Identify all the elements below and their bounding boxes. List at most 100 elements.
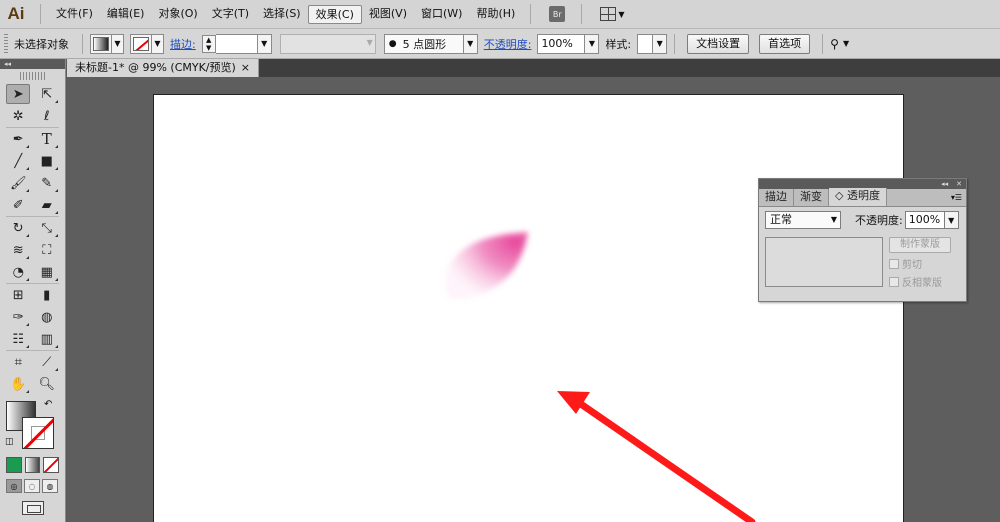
menu-help[interactable]: 帮助(H) bbox=[469, 4, 522, 24]
brush-dropdown-arrow[interactable]: ▼ bbox=[463, 33, 478, 54]
mask-thumbnail bbox=[765, 237, 883, 287]
tab-gradient[interactable]: 渐变 bbox=[794, 189, 829, 206]
menu-bar: Ai 文件(F) 编辑(E) 对象(O) 文字(T) 选择(S) 效果(C) 视… bbox=[0, 0, 1000, 29]
paintbrush-icon[interactable]: 🖌 bbox=[6, 173, 30, 193]
control-separator bbox=[674, 33, 676, 54]
opacity-panel-link[interactable]: 不透明度: bbox=[484, 36, 532, 52]
invert-mask-checkbox[interactable]: 反相蒙版 bbox=[889, 274, 951, 289]
menu-view[interactable]: 视图(V) bbox=[362, 4, 414, 24]
menu-window[interactable]: 窗口(W) bbox=[414, 4, 469, 24]
pin-icon[interactable]: ⚲ bbox=[830, 37, 839, 51]
shape-builder-icon[interactable]: ◔ bbox=[6, 262, 30, 282]
make-mask-button[interactable]: 制作蒙版 bbox=[889, 237, 951, 253]
gradient-mode-button[interactable] bbox=[24, 457, 41, 473]
close-icon[interactable]: ✕ bbox=[956, 180, 962, 188]
close-icon[interactable]: × bbox=[241, 59, 250, 77]
stroke-weight-stepper[interactable]: ▲ ▼ bbox=[201, 34, 216, 53]
perspective-grid-icon[interactable]: ▦ bbox=[35, 262, 59, 282]
menu-file[interactable]: 文件(F) bbox=[49, 4, 100, 24]
default-fill-stroke-icon[interactable]: ◫ bbox=[5, 437, 14, 447]
stroke-panel-link[interactable]: 描边: bbox=[170, 36, 196, 52]
fill-swatch-icon bbox=[93, 36, 109, 51]
transparency-panel: ◂◂ ✕ 描边 渐变 ◇ 透明度 ▾☰ 正常 不透明度: 100% ▼ 制作蒙版… bbox=[758, 178, 967, 302]
direct-selection-icon[interactable]: ⇱ bbox=[35, 84, 59, 104]
arrange-documents-icon[interactable]: ▼ bbox=[600, 7, 624, 21]
menu-edit[interactable]: 编辑(E) bbox=[100, 4, 152, 24]
hand-icon[interactable]: ✋ bbox=[6, 374, 30, 394]
fill-color-dropdown[interactable]: ▼ bbox=[90, 33, 124, 54]
color-mode-button[interactable] bbox=[6, 457, 22, 473]
type-icon[interactable]: T bbox=[35, 129, 59, 149]
checkbox-icon bbox=[889, 276, 899, 287]
rotate-icon[interactable]: ↻ bbox=[6, 218, 30, 238]
draw-inside-icon[interactable]: ◍ bbox=[42, 479, 58, 493]
clip-checkbox[interactable]: 剪切 bbox=[889, 256, 951, 271]
variable-width-profile-dropdown bbox=[279, 33, 376, 54]
artboard[interactable] bbox=[153, 94, 904, 522]
checkbox-icon bbox=[889, 258, 899, 269]
menu-effect[interactable]: 效果(C) bbox=[307, 4, 362, 24]
stroke-swatch[interactable] bbox=[22, 417, 54, 449]
control-bar-grip[interactable] bbox=[4, 33, 8, 54]
slice-icon[interactable]: ⟋ bbox=[35, 352, 59, 372]
artboard-icon[interactable]: ⌗ bbox=[6, 352, 30, 372]
magic-wand-icon[interactable]: ✲ bbox=[6, 106, 30, 126]
preferences-button[interactable]: 首选项 bbox=[759, 33, 811, 54]
rectangle-icon[interactable]: ■ bbox=[35, 151, 59, 171]
graphic-style-dropdown[interactable]: ▼ bbox=[653, 33, 668, 54]
line-icon[interactable]: ╱ bbox=[6, 151, 30, 171]
lasso-icon[interactable]: ℓ bbox=[35, 106, 59, 126]
blend-icon[interactable]: ◍ bbox=[35, 307, 59, 327]
pencil-icon[interactable]: ✎ bbox=[35, 173, 59, 193]
pen-icon[interactable]: ✒ bbox=[6, 129, 30, 149]
tools-panel-grip[interactable] bbox=[20, 72, 45, 80]
opacity-label: 不透明度: bbox=[855, 214, 903, 227]
tools-panel: ◂◂ ➤ ⇱ ✲ ℓ ✒ T ╱ ■ 🖌 ✎ ✐ ▰ ↻ ⤡ ≋ ⛶ ◔ ▦ ⊞… bbox=[0, 59, 66, 522]
document-setup-button[interactable]: 文档设置 bbox=[687, 33, 750, 54]
draw-behind-icon[interactable]: ◌ bbox=[24, 479, 40, 493]
graphic-style-swatch[interactable] bbox=[637, 33, 654, 54]
eyedropper-icon[interactable]: ✑ bbox=[6, 307, 30, 327]
symbol-sprayer-icon[interactable]: ☷ bbox=[6, 329, 30, 349]
gradient-icon[interactable]: ▮ bbox=[35, 285, 59, 305]
fill-stroke-widget: ↶ ◫ bbox=[0, 399, 65, 455]
mesh-icon[interactable]: ⊞ bbox=[6, 285, 30, 305]
collapse-icon[interactable]: ◂◂ bbox=[941, 180, 948, 188]
eraser-icon[interactable]: ▰ bbox=[35, 195, 59, 215]
scale-icon[interactable]: ⤡ bbox=[35, 218, 59, 238]
menu-separator bbox=[581, 4, 583, 24]
petal-artwork[interactable] bbox=[436, 226, 536, 306]
brush-definition-dropdown[interactable]: ● 5 点圆形 bbox=[383, 33, 464, 54]
bridge-icon[interactable]: Br bbox=[549, 6, 566, 22]
tab-stroke[interactable]: 描边 bbox=[759, 189, 794, 206]
free-transform-icon[interactable]: ⛶ bbox=[35, 240, 59, 260]
panel-menu-icon[interactable]: ▾☰ bbox=[951, 190, 966, 206]
menu-type[interactable]: 文字(T) bbox=[205, 4, 256, 24]
opacity-dropdown[interactable]: ▼ bbox=[585, 33, 600, 54]
zoom-icon[interactable]: 🔍︎ bbox=[35, 374, 59, 394]
chevron-down-icon[interactable]: ▼ bbox=[944, 211, 959, 229]
tools-panel-header[interactable]: ◂◂ bbox=[0, 59, 65, 69]
panel-opacity-input[interactable]: 100% bbox=[904, 211, 945, 229]
menu-object[interactable]: 对象(O) bbox=[151, 4, 204, 24]
draw-normal-icon[interactable]: ◎ bbox=[6, 479, 22, 493]
blob-brush-icon[interactable]: ✐ bbox=[6, 195, 30, 215]
control-menu-icon[interactable]: ▼ bbox=[843, 39, 849, 48]
control-separator bbox=[82, 33, 83, 54]
stroke-weight-input[interactable] bbox=[215, 33, 258, 54]
menu-select[interactable]: 选择(S) bbox=[256, 4, 308, 24]
warp-icon[interactable]: ≋ bbox=[6, 240, 30, 260]
tab-transparency[interactable]: ◇ 透明度 bbox=[829, 188, 887, 206]
swap-fill-stroke-icon[interactable]: ↶ bbox=[44, 399, 52, 410]
none-mode-button[interactable] bbox=[43, 457, 60, 473]
column-graph-icon[interactable]: ▥ bbox=[35, 329, 59, 349]
document-tab-bar: 未标题-1* @ 99% (CMYK/预览) × bbox=[67, 59, 1000, 77]
screen-mode-icon[interactable] bbox=[21, 501, 44, 515]
selection-icon[interactable]: ➤ bbox=[6, 84, 31, 104]
opacity-input[interactable]: 100% bbox=[537, 33, 586, 54]
blend-mode-select[interactable]: 正常 bbox=[765, 211, 841, 229]
control-separator bbox=[822, 33, 824, 54]
stroke-color-dropdown[interactable]: ▼ bbox=[130, 33, 164, 54]
document-tab[interactable]: 未标题-1* @ 99% (CMYK/预览) × bbox=[67, 59, 259, 77]
stroke-weight-dropdown[interactable]: ▼ bbox=[257, 33, 272, 54]
